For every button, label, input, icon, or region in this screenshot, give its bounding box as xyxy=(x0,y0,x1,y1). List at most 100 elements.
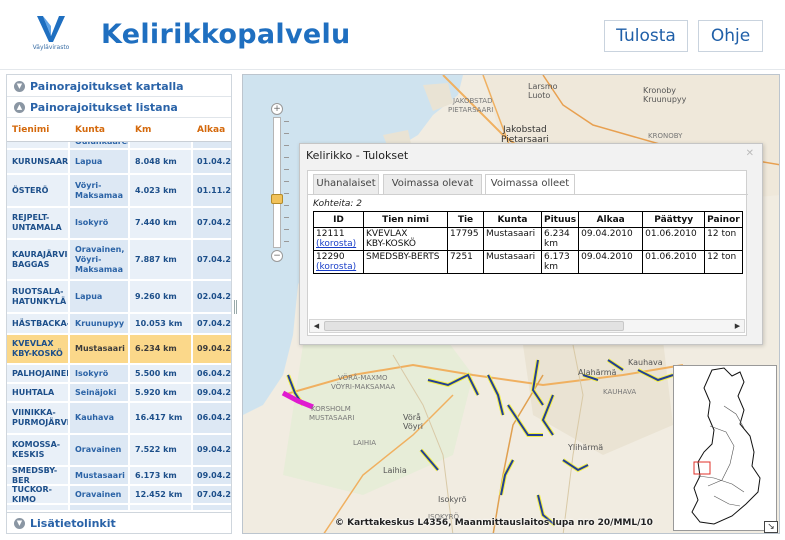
scrollbar-thumb[interactable] xyxy=(324,321,624,331)
tab-voimassa-olevat[interactable]: Voimassa olevat xyxy=(383,174,482,194)
cell-id: 12111 (korosta) xyxy=(313,227,364,251)
help-button[interactable]: Ohje xyxy=(698,20,763,52)
table-row[interactable]: HUHTALASeinäjoki5.920 km09.04.20 xyxy=(7,384,231,402)
cell-km: 6.173 km xyxy=(130,467,192,484)
table-body: OulunkaarelpyKURUNSAARILapua8.048 km01.0… xyxy=(7,142,231,510)
print-button[interactable]: Tulosta xyxy=(604,20,688,52)
table-row[interactable]: VIINIKKA- PURMOJÄRVI Kauhava 16.417 km 06.0… xyxy=(7,403,231,434)
cell-alkaa: 06.04.20 xyxy=(193,365,231,382)
cell-km: 4.023 km xyxy=(130,175,192,206)
cell-kunta: Oravainen xyxy=(70,435,129,465)
table-row[interactable]: TUCKOR-KIMOOravainen12.452 km07.04.20 xyxy=(7,486,231,504)
map-copyright: © Karttakeskus L4356, Maanmittauslaitos … xyxy=(335,518,653,528)
cell-alkaa xyxy=(193,142,231,148)
chevron-down-icon: ▼ xyxy=(14,81,25,92)
accordion-label: Lisätietolinkit xyxy=(30,517,116,530)
column-header-kunta[interactable]: Kunta xyxy=(75,125,105,135)
logo-text: Väylävirasto xyxy=(32,44,70,51)
results-dialog: Kelirikko - Tulokset ✕ Uhanalaiset Voima… xyxy=(299,143,763,345)
table-row[interactable]: KOMOSSA- KESKISOravainen7.522 km09.04.20 xyxy=(7,435,231,466)
cell-kunta: Vöyri- Maksamaa xyxy=(70,175,129,206)
page-title: Kelirikkopalvelu xyxy=(101,19,351,50)
zoom-out-button[interactable]: − xyxy=(271,250,283,262)
horizontal-scrollbar[interactable]: ◀ ▶ xyxy=(309,319,745,333)
accordion-map-restrictions[interactable]: ▼ Painorajoitukset kartalla xyxy=(7,76,231,97)
restrictions-table: Tienimi Kunta Km Alkaa OulunkaarelpyKURU… xyxy=(7,120,231,510)
scroll-right-icon[interactable]: ▶ xyxy=(731,320,744,332)
cell-kunta: Lapua xyxy=(70,281,129,312)
cell-kunta: Mustasaari xyxy=(483,227,542,251)
cell-alkaa: 07.04.20 xyxy=(193,505,231,510)
vaylavirasto-logo: Väylävirasto xyxy=(29,14,73,56)
accordion-list-restrictions[interactable]: ▲ Painorajoitukset listana xyxy=(7,97,231,118)
table-row[interactable]: ÖSTERÖVöyri- Maksamaa4.023 km01.11.20 xyxy=(7,175,231,207)
table-row[interactable]: HÄSTBACKA-Kruunupyy10.053 km07.04.20 xyxy=(7,314,231,334)
cell-km: 7.887 km xyxy=(130,240,192,279)
column-header-paattyy: Päättyy xyxy=(642,211,706,228)
column-header-tienimi[interactable]: Tienimi xyxy=(12,125,49,135)
scroll-left-icon[interactable]: ◀ xyxy=(310,320,323,332)
cell-alkaa: 06.04.20 xyxy=(193,403,231,433)
zoom-tick xyxy=(284,217,289,218)
cell-tienimi: PETTERINMÄKI- KESKIS xyxy=(7,505,69,510)
tab-voimassa-olleet[interactable]: Voimassa olleet xyxy=(485,174,575,195)
cell-alkaa: 01.04.20 xyxy=(193,150,231,173)
panel-splitter-handle[interactable] xyxy=(234,300,237,314)
cell-pituus: 6.173 km xyxy=(540,250,580,274)
map-label-korsholm: KORSHOLM xyxy=(311,405,351,413)
cell-tienimi: KVEVLAX KBY-KOSKÖ xyxy=(7,335,69,363)
map-label-laihia: Laihia xyxy=(383,466,407,475)
map-label-alaharma: Alahärmä xyxy=(578,368,617,377)
column-header-alkaa[interactable]: Alkaa xyxy=(197,125,225,135)
map-label-jakobstad-upper: JAKOBSTAD xyxy=(452,97,492,105)
cell-km: 5.920 km xyxy=(130,384,192,401)
map-label-vora: Vörå xyxy=(403,412,421,422)
cell-tien-nimi: SMEDSBY-BERTS xyxy=(363,250,448,274)
cell-tienimi: HUHTALA xyxy=(7,384,69,401)
cell-alkaa: 07.04.20 xyxy=(193,486,231,503)
expand-icon[interactable]: ↘ xyxy=(764,521,778,533)
cell-kunta: Oravainen xyxy=(70,486,129,503)
column-header-km[interactable]: Km xyxy=(135,125,151,135)
tab-divider xyxy=(308,194,748,195)
table-row-selected[interactable]: KVEVLAX KBY-KOSKÖ Mustasaari 6.234 km 09.04… xyxy=(7,335,231,364)
cell-km: 5.500 km xyxy=(130,365,192,382)
cell-km: 7.522 km xyxy=(130,435,192,465)
tab-uhanalaiset[interactable]: Uhanalaiset xyxy=(313,174,379,194)
table-row[interactable]: PETTERINMÄKI- KESKISOravainen, Vöyri- Ma… xyxy=(7,505,231,510)
accordion-more-links[interactable]: ▼ Lisätietolinkit xyxy=(7,512,231,533)
results-table: ID Tien nimi Tie Kunta Pituus Alkaa Päät… xyxy=(313,211,743,274)
cell-tienimi: TUCKOR-KIMO xyxy=(7,486,69,503)
table-row[interactable]: PALHOJAINENIsokyrö5.500 km06.04.20 xyxy=(7,365,231,383)
zoom-slider-track[interactable] xyxy=(273,117,281,248)
table-row[interactable]: KURUNSAARILapua8.048 km01.04.20 xyxy=(7,150,231,174)
cell-paattyy: 01.06.2010 xyxy=(642,227,706,251)
cell-tien-nimi: KVEVLAX KBY-KOSKÖ xyxy=(363,227,448,251)
cell-tie: 17795 xyxy=(447,227,484,251)
cell-km: 9.260 km xyxy=(130,281,192,312)
cell-paattyy: 01.06.2010 xyxy=(642,250,706,274)
overview-map[interactable] xyxy=(673,365,777,531)
zoom-slider-handle[interactable] xyxy=(271,194,283,204)
cell-kunta: Mustasaari xyxy=(483,250,542,274)
table-row[interactable]: RUOTSALA- HATUNKYLÄLapua9.260 km02.04.20 xyxy=(7,281,231,313)
highlight-link[interactable]: (korosta) xyxy=(316,239,356,249)
map-label-kronoby: Kronoby xyxy=(643,86,676,95)
table-row[interactable]: SMEDSBY-BERMustasaari6.173 km09.04.20 xyxy=(7,467,231,485)
map-label-laihia-upper: LAIHIA xyxy=(353,439,376,447)
zoom-in-button[interactable]: + xyxy=(271,103,283,115)
highlight-link[interactable]: (korosta) xyxy=(316,262,356,272)
cell-kunta: Oravainen, Vöyri- Maksamaa xyxy=(70,505,129,510)
table-row[interactable]: KAURAJÄRVI- BAGGAS Oravainen, Vöyri- Maks… xyxy=(7,240,231,280)
map-label-kruunupyy: Kruunupyy xyxy=(643,95,687,104)
close-icon[interactable]: ✕ xyxy=(746,148,754,159)
cell-kunta: Kauhava xyxy=(70,403,129,433)
cell-tienimi: KAURAJÄRVI- BAGGAS xyxy=(7,240,69,279)
cell-alkaa: 02.04.20 xyxy=(193,281,231,312)
map-label-kauhava: Kauhava xyxy=(628,358,663,367)
table-row[interactable]: Oulunkaarelpy xyxy=(7,142,231,149)
accordion-label: Painorajoitukset listana xyxy=(30,101,178,114)
chevron-down-icon: ▼ xyxy=(14,518,25,529)
table-row[interactable]: REJPELT- UNTAMALAIsokyrö7.440 km07.04.20 xyxy=(7,208,231,239)
map-label-kauhava-upper: KAUHAVA xyxy=(603,388,636,396)
